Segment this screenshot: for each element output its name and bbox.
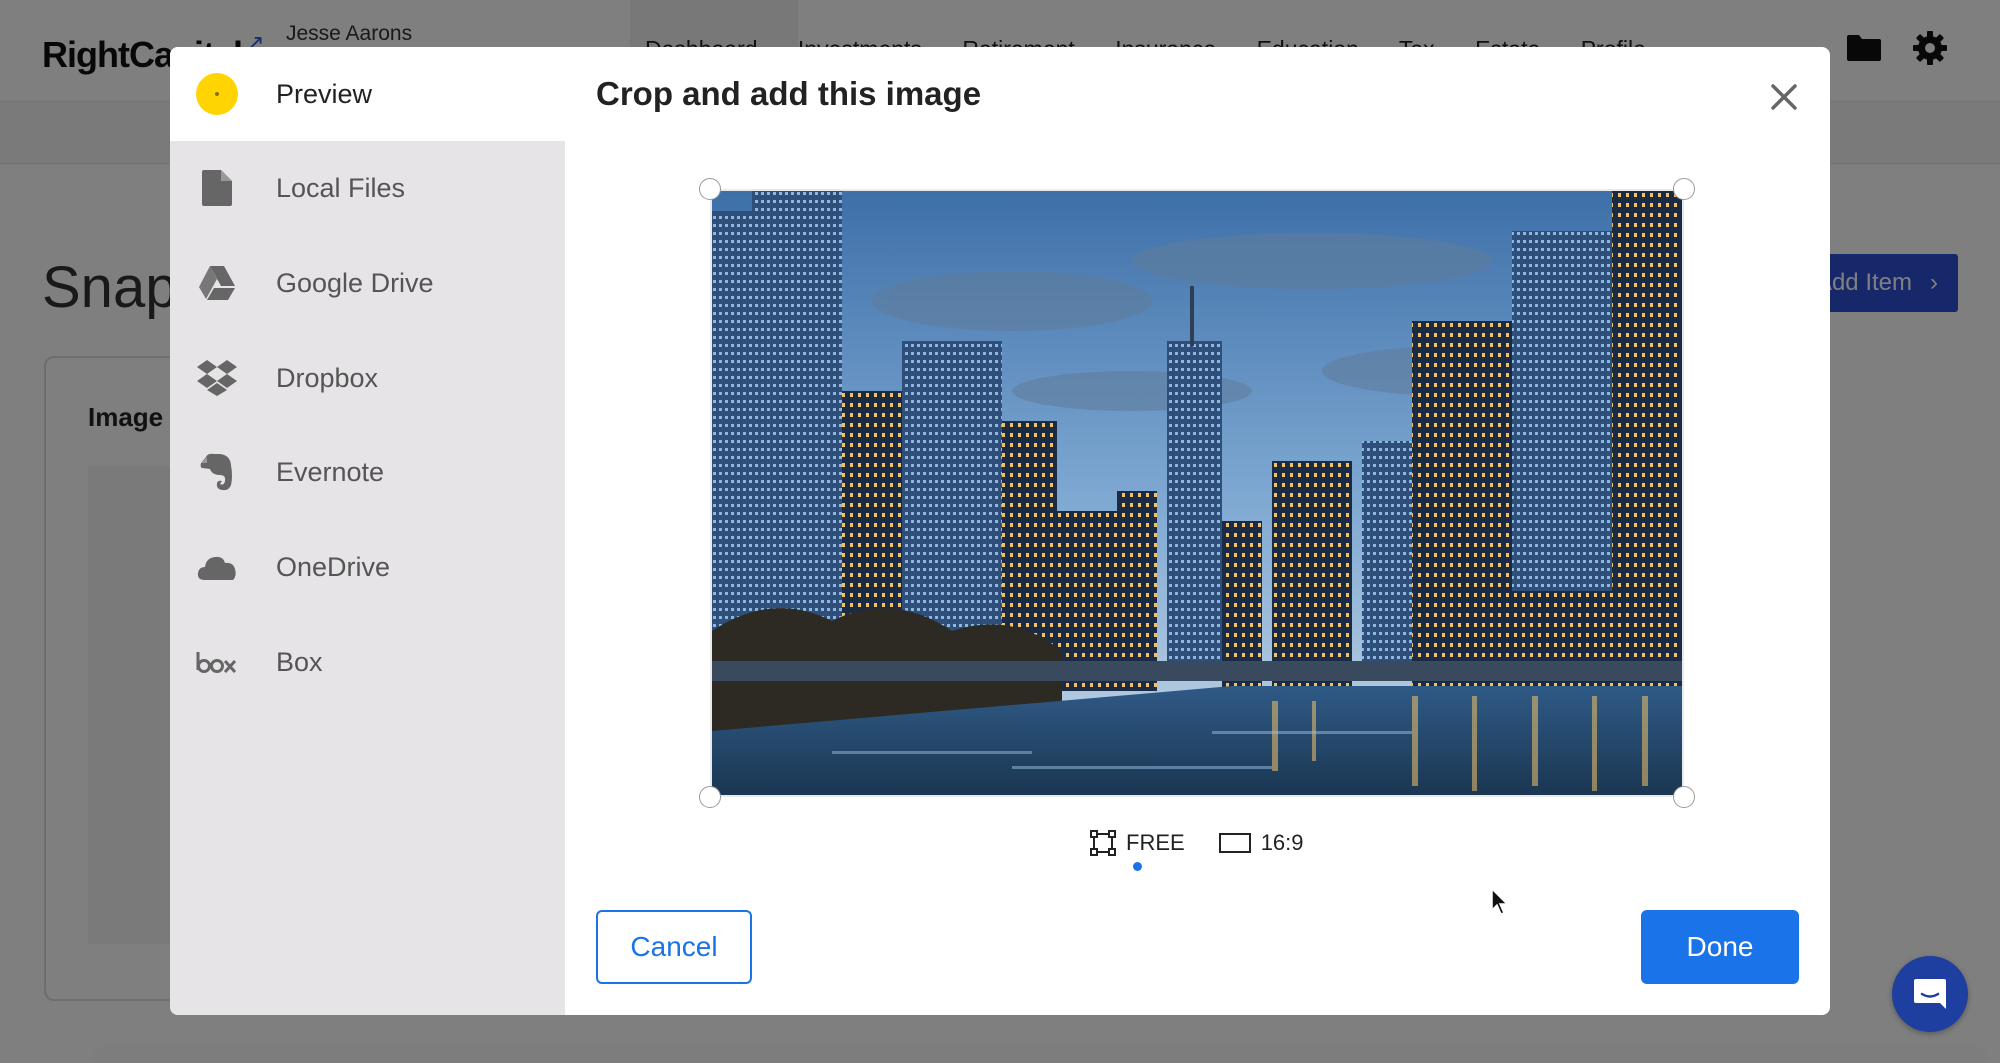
source-item-dropbox[interactable]: Dropbox	[170, 331, 565, 425]
box-icon	[196, 652, 237, 674]
source-label: Box	[276, 646, 323, 677]
evernote-icon	[200, 453, 232, 491]
ratio-free-button[interactable]: FREE	[1090, 830, 1185, 856]
crop-image-modal: Preview Local Files Google Drive Dropbox…	[170, 47, 1830, 1015]
done-button[interactable]: Done	[1641, 910, 1799, 984]
modal-title: Crop and add this image	[596, 75, 982, 112]
source-label: OneDrive	[276, 551, 391, 582]
cancel-button[interactable]: Cancel	[596, 910, 752, 984]
image-preview	[710, 189, 1684, 797]
source-item-local-files[interactable]: Local Files	[170, 141, 565, 235]
chat-support-button[interactable]	[1892, 956, 1968, 1032]
source-sidebar: Preview Local Files Google Drive Dropbox…	[170, 47, 565, 1015]
file-icon	[202, 170, 232, 206]
aspect-ratio-bar: FREE 16:9	[1090, 825, 1304, 861]
source-item-onedrive[interactable]: OneDrive	[170, 520, 565, 614]
chat-icon	[1914, 979, 1946, 1009]
crop-handle-bottom-left[interactable]	[699, 786, 721, 808]
source-item-google-drive[interactable]: Google Drive	[170, 236, 565, 330]
close-icon[interactable]	[1766, 79, 1802, 115]
source-label: Google Drive	[276, 267, 434, 298]
source-item-box[interactable]: Box	[170, 615, 565, 709]
ratio-label: FREE	[1126, 830, 1185, 855]
ratio-16-9-button[interactable]: 16:9	[1218, 830, 1304, 856]
source-label: Local Files	[276, 172, 406, 203]
source-label: Dropbox	[276, 362, 379, 393]
selected-ratio-indicator	[1133, 862, 1142, 871]
crop-free-icon	[1090, 830, 1116, 856]
onedrive-icon	[197, 556, 236, 580]
source-label: Preview	[276, 78, 373, 109]
preview-dot-icon	[196, 73, 238, 115]
google-drive-icon	[199, 266, 235, 300]
source-item-evernote[interactable]: Evernote	[170, 425, 565, 519]
crop-handle-top-left[interactable]	[699, 178, 721, 200]
crop-handle-top-right[interactable]	[1673, 178, 1695, 200]
mouse-cursor-icon	[1491, 888, 1509, 915]
source-item-preview[interactable]: Preview	[170, 47, 565, 141]
ratio-label: 16:9	[1260, 830, 1304, 855]
crop-area[interactable]	[699, 178, 1695, 808]
aspect-ratio-icon	[1218, 833, 1251, 853]
dropbox-icon	[197, 360, 237, 396]
city-skyline-image	[712, 191, 1682, 795]
crop-handle-bottom-right[interactable]	[1673, 786, 1695, 808]
source-label: Evernote	[276, 456, 385, 487]
